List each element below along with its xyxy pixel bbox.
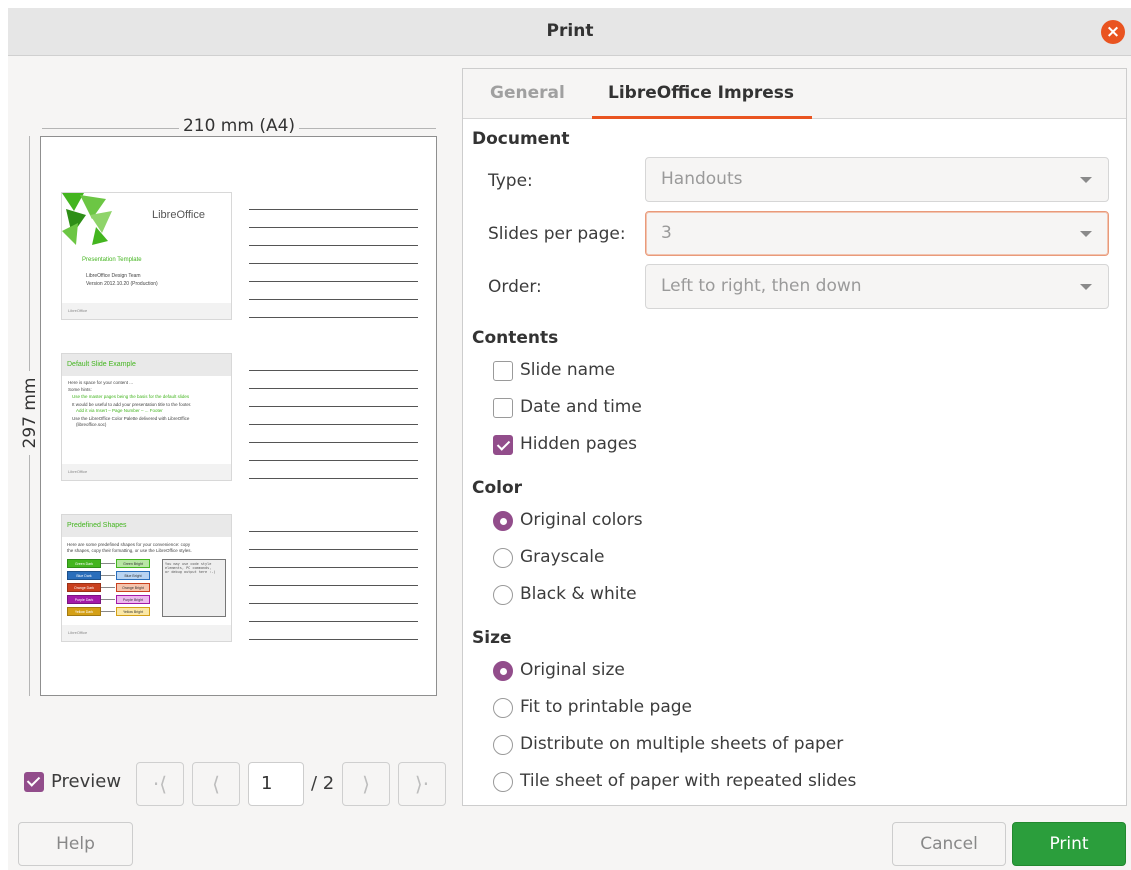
shape-box-blue-bright: Blue Bright: [124, 574, 142, 578]
hidden-pages-label[interactable]: Hidden pages: [520, 434, 637, 454]
slide-thumbnail-2: Default Slide Example Here is space for …: [61, 353, 232, 481]
close-icon[interactable]: ×: [1101, 20, 1125, 44]
slide-3-line-1: Here are some predefined shapes for your…: [67, 542, 191, 547]
fit-printable-label[interactable]: Fit to printable page: [520, 697, 692, 717]
tab-bar: General LibreOffice Impress: [463, 69, 1126, 119]
slide-1-logo: LibreOffice: [152, 209, 205, 221]
code-box: You may use code style elements, PC comm…: [162, 559, 226, 617]
print-button[interactable]: Print: [1012, 822, 1126, 866]
preview-label[interactable]: Preview: [51, 771, 121, 792]
cancel-button[interactable]: Cancel: [892, 822, 1006, 866]
slide-name-checkbox[interactable]: [493, 361, 513, 381]
shape-box-purple-bright: Purple Bright: [122, 598, 144, 602]
note-lines-2: [249, 370, 418, 496]
paper-width-label: 210 mm (A4): [178, 116, 300, 136]
type-value: Handouts: [661, 169, 743, 189]
slide-2-line-7: (libreoffice.soc): [76, 422, 107, 427]
tab-libreoffice-impress[interactable]: LibreOffice Impress: [608, 83, 794, 103]
slides-per-page-label: Slides per page:: [488, 224, 626, 244]
chevron-down-icon: [1080, 177, 1092, 183]
grayscale-label[interactable]: Grayscale: [520, 547, 604, 567]
slide-thumbnail-3: Predefined Shapes Here are some predefin…: [61, 514, 232, 642]
slide-2-line-6: Use the LibreOffice Color Palette delive…: [72, 416, 190, 421]
shape-box-green-dark: Green Dark: [74, 562, 94, 566]
distribute-sheets-label[interactable]: Distribute on multiple sheets of paper: [520, 734, 843, 754]
slide-2-line-4: It would be useful to add your presentat…: [72, 402, 192, 407]
black-white-radio[interactable]: [493, 585, 513, 605]
shape-box-yellow-dark: Yellow Dark: [74, 610, 94, 614]
slide-2-line-1: Here is space for your content ...: [68, 380, 134, 385]
grayscale-radio[interactable]: [493, 548, 513, 568]
slide-1-line-2: Version 2012.10.20 (Production): [86, 281, 158, 287]
paper-height-label: 297 mm: [20, 371, 40, 455]
hidden-pages-checkbox[interactable]: [493, 435, 513, 455]
slide-1-title: Presentation Template: [82, 257, 142, 263]
shape-box-green-bright: Green Bright: [123, 562, 143, 566]
shape-box-orange-dark: Orange Dark: [73, 586, 95, 590]
original-colors-label[interactable]: Original colors: [520, 510, 643, 530]
order-value: Left to right, then down: [661, 276, 862, 296]
page-preview: LibreOffice Presentation Template LibreO…: [40, 136, 437, 696]
tile-sheet-label[interactable]: Tile sheet of paper with repeated slides: [520, 771, 856, 791]
paper-height-ruler: 297 mm: [18, 136, 42, 696]
slide-3-header: Predefined Shapes: [67, 522, 127, 529]
slide-2-line-5: Add it via Insert – Page Number – ... Fo…: [76, 408, 163, 413]
shape-box-yellow-bright: Yellow Bright: [122, 610, 144, 614]
order-label: Order:: [488, 277, 542, 297]
slide-3-footer: LibreOffice: [68, 630, 88, 635]
chevron-down-icon: [1080, 284, 1092, 290]
slide-thumbnail-1: LibreOffice Presentation Template LibreO…: [61, 192, 232, 320]
slide-1-line-1: LibreOffice Design Team: [86, 273, 141, 279]
slide-3-line-2: the shapes, copy their formatting, or us…: [67, 548, 192, 553]
date-time-checkbox[interactable]: [493, 398, 513, 418]
last-page-button[interactable]: ⟩·: [398, 762, 446, 806]
slides-per-page-dropdown[interactable]: 3: [645, 211, 1109, 256]
print-dialog: Print × 210 mm (A4) 297 mm LibreOffice P…: [8, 8, 1131, 870]
help-button[interactable]: Help: [18, 822, 133, 866]
tab-general[interactable]: General: [490, 83, 565, 103]
page-number-input[interactable]: 1: [248, 762, 304, 806]
fit-printable-radio[interactable]: [493, 698, 513, 718]
dialog-title: Print: [546, 21, 594, 41]
date-time-label[interactable]: Date and time: [520, 397, 642, 417]
slide-2-line-3: Use the master pages being the basis for…: [72, 394, 190, 399]
preview-checkbox[interactable]: [24, 772, 44, 792]
slide-name-label[interactable]: Slide name: [520, 360, 615, 380]
distribute-sheets-radio[interactable]: [493, 735, 513, 755]
first-page-button[interactable]: ·⟨: [136, 762, 184, 806]
order-dropdown[interactable]: Left to right, then down: [645, 264, 1109, 309]
tile-sheet-radio[interactable]: [493, 772, 513, 792]
chevron-down-icon: [1080, 231, 1092, 237]
shape-box-orange-bright: Orange Bright: [122, 586, 144, 590]
original-colors-radio[interactable]: [493, 511, 513, 531]
contents-heading: Contents: [472, 328, 559, 348]
options-panel: General LibreOffice Impress Document Typ…: [462, 68, 1127, 806]
title-bar: Print ×: [8, 8, 1131, 56]
type-dropdown[interactable]: Handouts: [645, 157, 1109, 202]
slide-2-footer: LibreOffice: [68, 469, 88, 474]
next-page-button[interactable]: ⟩: [342, 762, 390, 806]
note-lines-3: [249, 531, 418, 657]
slide-2-line-2: Some hints:: [68, 387, 92, 392]
shape-box-blue-dark: Blue Dark: [76, 574, 92, 578]
slides-per-page-value: 3: [661, 223, 672, 243]
original-size-label[interactable]: Original size: [520, 660, 625, 680]
previous-page-button[interactable]: ⟨: [192, 762, 240, 806]
slide-1-footer: LibreOffice: [68, 308, 88, 313]
black-white-label[interactable]: Black & white: [520, 584, 637, 604]
document-heading: Document: [472, 129, 570, 149]
note-lines-1: [249, 209, 418, 335]
active-tab-indicator: [592, 116, 812, 119]
color-heading: Color: [472, 478, 523, 498]
page-total-label: / 2: [311, 773, 335, 794]
code-line-3: or debug output here :-): [165, 570, 216, 574]
shape-box-purple-dark: Purple Dark: [74, 598, 94, 602]
slide-2-header: Default Slide Example: [67, 361, 136, 368]
size-heading: Size: [472, 628, 512, 648]
type-label: Type:: [488, 171, 533, 191]
original-size-radio[interactable]: [493, 661, 513, 681]
